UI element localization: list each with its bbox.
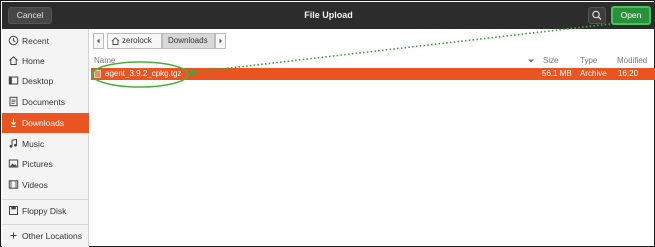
download-icon: [10, 118, 17, 127]
crumb-home[interactable]: zerolock: [107, 33, 162, 49]
column-header-size[interactable]: Size: [543, 55, 559, 67]
file-size: 56.1 MB: [542, 69, 572, 78]
sidebar-item-home[interactable]: Home: [2, 51, 89, 71]
chevron-left-icon: [97, 38, 100, 44]
sidebar-item-label: Downloads: [22, 118, 65, 128]
column-header-type[interactable]: Type: [580, 55, 597, 67]
video-icon: [8, 180, 19, 189]
column-header-name[interactable]: Name: [94, 55, 115, 67]
sidebar-item-label: Floppy Disk: [22, 206, 67, 216]
desktop-icon: [8, 76, 19, 85]
sidebar-item-downloads[interactable]: Downloads: [2, 113, 89, 133]
file-row[interactable]: agent_3.9.2_cpkg.tgz 56.1 MB Archive 16:…: [91, 68, 655, 80]
open-button[interactable]: Open: [611, 6, 651, 25]
column-header-modified[interactable]: Modified: [617, 55, 647, 67]
picture-icon: [8, 159, 19, 168]
archive-file-icon: [94, 70, 101, 78]
sidebar-item-recent[interactable]: Recent: [2, 31, 89, 51]
sidebar-item-label: Documents: [22, 97, 65, 107]
file-type: Archive: [580, 69, 607, 78]
sidebar-item-floppy-disk[interactable]: Floppy Disk: [2, 201, 89, 221]
sort-descending-icon[interactable]: [527, 57, 535, 65]
search-icon: [592, 10, 602, 20]
sidebar-item-label: Videos: [22, 180, 48, 190]
sidebar-item-pictures[interactable]: Pictures: [2, 154, 89, 174]
places-sidebar: Recent Home Desktop Documents Downloads …: [2, 29, 89, 247]
crumb-downloads[interactable]: Downloads: [162, 33, 215, 49]
clock-icon: [8, 35, 19, 46]
header-bar: Cancel File Upload Open: [2, 2, 655, 29]
sidebar-item-label: Pictures: [22, 159, 53, 169]
search-button[interactable]: [588, 7, 606, 24]
sidebar-item-label: Music: [22, 139, 45, 149]
sidebar-item-label: Other Locations: [22, 231, 83, 241]
chevron-right-icon: [219, 38, 222, 44]
plus-icon: [10, 232, 17, 239]
sidebar-item-videos[interactable]: Videos: [2, 175, 89, 195]
sidebar-item-label: Recent: [22, 36, 49, 46]
floppy-icon: [9, 206, 18, 215]
path-forward-button[interactable]: [215, 33, 226, 49]
path-back-button[interactable]: [93, 33, 104, 49]
sidebar-item-documents[interactable]: Documents: [2, 92, 89, 112]
crumb-label: Downloads: [168, 36, 208, 45]
sidebar-item-other-locations[interactable]: Other Locations: [2, 226, 89, 246]
document-icon: [9, 96, 18, 107]
sidebar-item-label: Home: [22, 56, 45, 66]
sidebar-separator: [2, 224, 89, 225]
home-icon: [9, 56, 18, 65]
crumb-label: zerolock: [122, 36, 152, 45]
sidebar-item-desktop[interactable]: Desktop: [2, 71, 89, 91]
music-icon: [9, 138, 17, 148]
sidebar-separator: [2, 199, 89, 200]
dialog-title: File Upload: [304, 10, 353, 20]
file-modified: 16:20: [618, 69, 639, 78]
home-icon: [111, 37, 120, 45]
file-name: agent_3.9.2_cpkg.tgz: [105, 69, 182, 78]
sidebar-item-music[interactable]: Music: [2, 134, 89, 154]
sidebar-item-label: Desktop: [22, 76, 54, 86]
file-chooser-dialog: Cancel File Upload Open Recent Home Desk…: [0, 0, 655, 247]
